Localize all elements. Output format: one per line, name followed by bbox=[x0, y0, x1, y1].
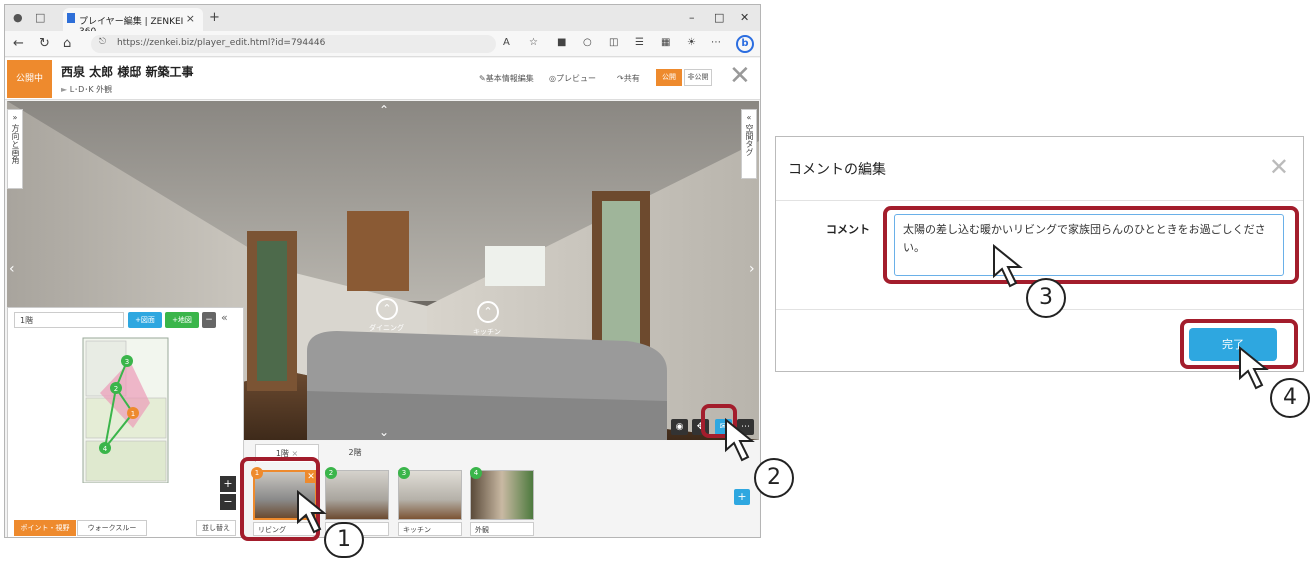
edit-info-label: 基本情報編集 bbox=[485, 74, 534, 83]
status-badge: 公開中 bbox=[7, 60, 52, 98]
walkthrough-mode-button[interactable]: ウォークスルー bbox=[77, 520, 147, 536]
space-tag-tab[interactable]: « 空間タグ bbox=[741, 109, 757, 179]
close-editor-icon[interactable]: ✕ bbox=[729, 61, 751, 91]
tag-list: ► L･D･K 外観 bbox=[61, 84, 112, 95]
new-tab-icon[interactable]: + bbox=[209, 10, 220, 25]
edit-info-link[interactable]: ✎基本情報編集 bbox=[479, 73, 534, 84]
profile-icon[interactable]: ● bbox=[13, 11, 23, 24]
pan-right-icon[interactable]: › bbox=[749, 261, 755, 277]
scene-badge-2: 2 bbox=[325, 467, 337, 479]
add-scene-button[interactable]: + bbox=[734, 489, 750, 505]
eye-icon: ◎ bbox=[549, 74, 556, 83]
share-label: 共有 bbox=[623, 74, 640, 83]
highlight-comment-field bbox=[883, 206, 1299, 284]
browser-window: ● □ プレイヤー編集 | ZENKEI 360 × + – □ ✕ ← ↻ ⌂… bbox=[4, 4, 761, 538]
preview-link[interactable]: ◎プレビュー bbox=[549, 73, 596, 84]
share-link[interactable]: ↷共有 bbox=[617, 73, 640, 84]
refresh-icon[interactable]: ↻ bbox=[39, 36, 50, 51]
url-text: https://zenkei.biz/player_edit.html?id=7… bbox=[117, 38, 326, 48]
remove-map-button[interactable]: − bbox=[202, 312, 216, 328]
pencil-icon: ✎ bbox=[479, 74, 486, 83]
unpublish-button[interactable]: 非公開 bbox=[684, 69, 712, 86]
scene-badge-4: 4 bbox=[470, 467, 482, 479]
add-plan-button[interactable]: +図面 bbox=[128, 312, 162, 328]
address-bar: ← ↻ ⌂ ⎋ https://zenkei.biz/player_edit.h… bbox=[5, 31, 760, 57]
favicon-icon bbox=[67, 13, 75, 23]
map-marker-1-label: 1 bbox=[131, 410, 135, 418]
map-marker-2-label: 2 bbox=[114, 385, 118, 393]
lock-icon: ⎋ bbox=[99, 37, 107, 47]
preview-label: プレビュー bbox=[555, 74, 596, 83]
page-title: 西泉 太郎 様邸 新築工事 bbox=[61, 65, 194, 79]
direction-angle-tab[interactable]: » 方向と画角 bbox=[7, 109, 23, 189]
callout-4: 4 bbox=[1270, 378, 1310, 418]
space-tag-label: 空間タグ bbox=[745, 124, 754, 156]
read-aloud-icon[interactable]: A bbox=[503, 37, 510, 48]
hotspot-kitchen-label: キッチン bbox=[473, 328, 501, 336]
back-icon[interactable]: ← bbox=[13, 36, 24, 51]
share-icon: ↷ bbox=[617, 74, 624, 83]
dialog-close-icon[interactable]: ✕ bbox=[1269, 153, 1289, 181]
performance-icon[interactable]: ☀ bbox=[687, 37, 696, 48]
tab-actions-icon[interactable]: □ bbox=[35, 11, 45, 24]
copilot-icon[interactable]: b bbox=[736, 35, 754, 53]
chevron-up-icon: ⌃ bbox=[382, 302, 392, 315]
tab-bar: ● □ プレイヤー編集 | ZENKEI 360 × + – □ ✕ bbox=[5, 5, 760, 37]
map-marker-3-label: 3 bbox=[125, 358, 129, 366]
browser-essentials-icon[interactable]: ○ bbox=[583, 37, 592, 48]
zoom-out-button[interactable]: − bbox=[220, 494, 236, 510]
callout-3: 3 bbox=[1026, 278, 1066, 318]
minimize-icon[interactable]: – bbox=[689, 11, 695, 24]
camera-icon[interactable]: ◉ bbox=[671, 419, 688, 435]
add-map-button[interactable]: +地図 bbox=[165, 312, 199, 328]
floor-map-panel: 1階 +図面 +地図 − « 3 2 1 4 + − ポイント・視野 ウォークス… bbox=[7, 307, 244, 537]
scene-label-3[interactable]: キッチン bbox=[398, 522, 462, 536]
hotspot-kitchen[interactable]: ⌃ bbox=[477, 301, 499, 323]
favorite-icon[interactable]: ☆ bbox=[529, 37, 538, 48]
floor-tab-2[interactable]: 2階 bbox=[325, 444, 385, 462]
chevron-up-icon: ⌃ bbox=[483, 305, 493, 318]
collapse-panel-icon[interactable]: « bbox=[221, 311, 228, 324]
collections-icon[interactable]: ▦ bbox=[661, 37, 670, 48]
callout-2: 2 bbox=[754, 458, 794, 498]
extension-icon[interactable]: ■ bbox=[557, 37, 566, 48]
divider bbox=[776, 200, 1303, 201]
dialog-title: コメントの編集 bbox=[788, 162, 886, 178]
direction-angle-label: 方向と画角 bbox=[11, 124, 20, 164]
floor-plan: 3 2 1 4 bbox=[82, 337, 169, 483]
callout-1: 1 bbox=[324, 522, 364, 558]
scene-badge-3: 3 bbox=[398, 467, 410, 479]
floor-select[interactable]: 1階 bbox=[14, 312, 124, 328]
split-screen-icon[interactable]: ◫ bbox=[609, 37, 618, 48]
expand-icon: » bbox=[12, 113, 18, 122]
hotspot-dining[interactable]: ⌃ bbox=[376, 298, 398, 320]
reorder-button[interactable]: 並し替え bbox=[196, 520, 236, 536]
close-window-icon[interactable]: ✕ bbox=[740, 11, 749, 24]
url-field[interactable]: ⎋ https://zenkei.biz/player_edit.html?id… bbox=[91, 35, 496, 53]
browser-tab[interactable]: プレイヤー編集 | ZENKEI 360 × bbox=[63, 8, 203, 37]
look-up-icon[interactable]: ⌃ bbox=[379, 103, 389, 117]
point-view-mode-button[interactable]: ポイント・視野 bbox=[14, 520, 76, 536]
tab-close-icon[interactable]: × bbox=[186, 12, 195, 25]
more-icon[interactable]: ⋯ bbox=[711, 37, 721, 48]
publish-button[interactable]: 公開 bbox=[656, 69, 682, 86]
maximize-icon[interactable]: □ bbox=[714, 11, 724, 24]
tag-icon: ► bbox=[61, 85, 68, 94]
app-header: 公開中 西泉 太郎 様邸 新築工事 ► L･D･K 外観 ✎基本情報編集 ◎プレ… bbox=[5, 58, 760, 100]
comment-label: コメント bbox=[826, 223, 870, 236]
look-down-icon[interactable]: ⌄ bbox=[379, 425, 389, 439]
scene-label-4[interactable]: 外観 bbox=[470, 522, 534, 536]
map-marker-4-label: 4 bbox=[103, 445, 108, 453]
home-icon[interactable]: ⌂ bbox=[63, 36, 71, 51]
pan-left-icon[interactable]: ‹ bbox=[9, 261, 15, 277]
favorites-list-icon[interactable]: ☰ bbox=[635, 37, 644, 48]
tag-text: L･D･K 外観 bbox=[69, 85, 113, 94]
collapse-icon: « bbox=[746, 113, 752, 122]
zoom-in-button[interactable]: + bbox=[220, 476, 236, 492]
hotspot-dining-label: ダイニング bbox=[369, 324, 404, 332]
